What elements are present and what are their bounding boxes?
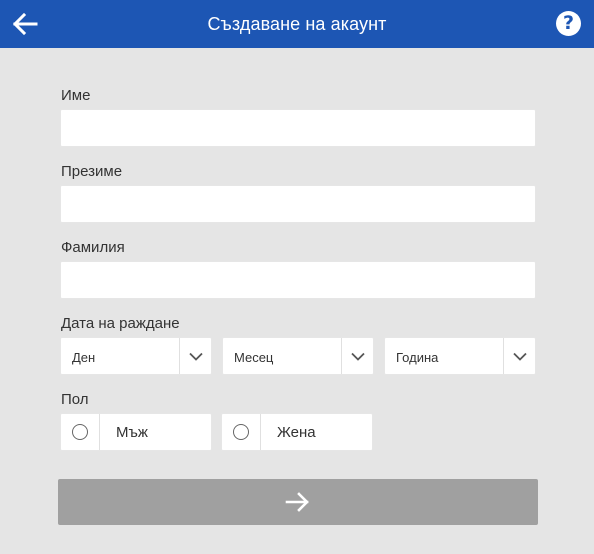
arrow-left-icon bbox=[12, 13, 38, 35]
day-select[interactable]: Ден bbox=[60, 337, 212, 375]
next-button[interactable] bbox=[58, 479, 538, 525]
radio-female[interactable] bbox=[233, 424, 249, 440]
year-select-arrow[interactable] bbox=[503, 338, 535, 374]
month-select-arrow[interactable] bbox=[341, 338, 373, 374]
year-select[interactable]: Година bbox=[384, 337, 536, 375]
day-select-value: Ден bbox=[72, 350, 96, 365]
back-button[interactable] bbox=[8, 8, 42, 40]
app-header: Създаване на акаунт ? bbox=[0, 0, 594, 48]
radio-male[interactable] bbox=[72, 424, 88, 440]
first-name-input[interactable] bbox=[60, 109, 536, 147]
last-name-input[interactable] bbox=[60, 261, 536, 299]
middle-name-input[interactable] bbox=[60, 185, 536, 223]
help-button[interactable]: ? bbox=[556, 11, 581, 36]
middle-name-label: Презиме bbox=[61, 163, 123, 180]
chevron-down-icon bbox=[512, 352, 527, 361]
gender-label: Пол bbox=[61, 391, 89, 408]
month-select[interactable]: Месец bbox=[222, 337, 374, 375]
birth-date-label: Дата на раждане bbox=[61, 315, 180, 332]
gender-option-male[interactable]: Мъж bbox=[60, 413, 212, 451]
page-title: Създаване на акаунт bbox=[207, 13, 387, 34]
first-name-label: Име bbox=[61, 87, 91, 104]
question-icon: ? bbox=[562, 12, 575, 34]
year-select-value: Година bbox=[396, 350, 439, 365]
gender-option-female[interactable]: Жена bbox=[221, 413, 373, 451]
chevron-down-icon bbox=[188, 352, 203, 361]
day-select-arrow[interactable] bbox=[179, 338, 211, 374]
arrow-right-icon bbox=[285, 492, 309, 512]
last-name-label: Фамилия bbox=[61, 239, 125, 256]
radio-cell bbox=[222, 414, 261, 450]
chevron-down-icon bbox=[350, 352, 365, 361]
radio-cell bbox=[61, 414, 100, 450]
gender-option-label: Жена bbox=[277, 423, 316, 441]
gender-option-label: Мъж bbox=[116, 423, 148, 441]
month-select-value: Месец bbox=[234, 350, 274, 365]
